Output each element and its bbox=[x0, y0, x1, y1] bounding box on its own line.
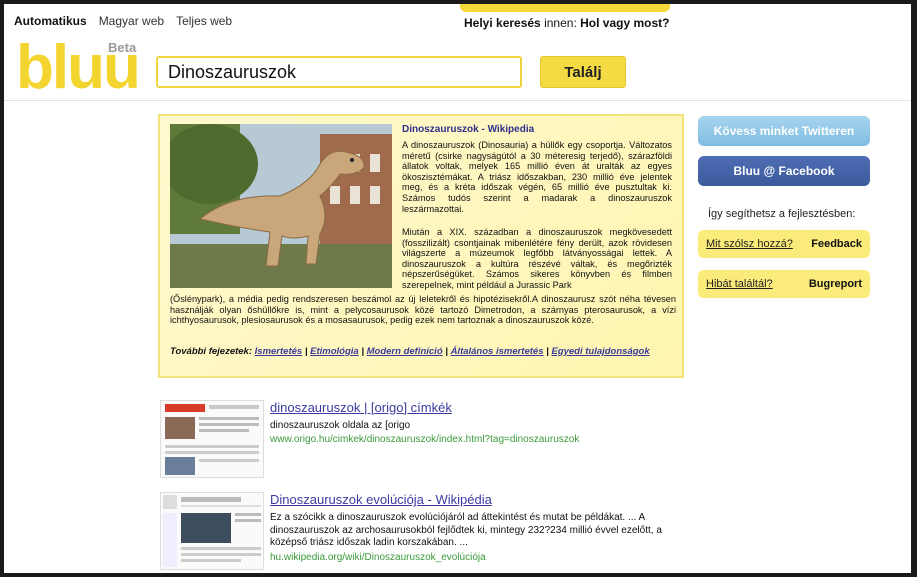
origo-thumbnail-graphic bbox=[161, 401, 263, 477]
result-title[interactable]: Dinoszauruszok evolúciója - Wikipédia bbox=[270, 492, 492, 507]
wiki-title[interactable]: Dinoszauruszok - Wikipedia bbox=[402, 124, 534, 135]
facebook-button[interactable]: Bluu @ Facebook bbox=[698, 156, 870, 186]
twitter-button[interactable]: Kövess minket Twitteren bbox=[698, 116, 870, 146]
section-link[interactable]: Ismertetés bbox=[255, 346, 303, 357]
scope-automatikus[interactable]: Automatikus bbox=[14, 14, 87, 28]
header-divider bbox=[4, 100, 911, 101]
wikipedia-thumbnail-graphic bbox=[161, 493, 263, 569]
search-result: dinoszauruszok | [origo] címkék dinoszau… bbox=[160, 400, 680, 482]
dinosaur-illustration bbox=[170, 124, 392, 288]
bugreport-label: Bugreport bbox=[808, 278, 862, 290]
feedback-box: Mit szólsz hozzá? Feedback bbox=[698, 230, 870, 258]
result-description: Ez a szócikk a dinoszauruszok evolúciójá… bbox=[270, 512, 662, 548]
result-url[interactable]: hu.wikipedia.org/wiki/Dinoszauruszok_evo… bbox=[270, 552, 486, 563]
bugreport-box: Hibát találtál? Bugreport bbox=[698, 270, 870, 298]
local-search-middle: innen: bbox=[544, 16, 577, 30]
local-search: Helyi keresés innen: Hol vagy most? bbox=[464, 16, 669, 30]
wiki-paragraph-3: (Őslénypark), a média pedig rendszeresen… bbox=[170, 294, 676, 326]
result-url[interactable]: www.origo.hu/cimkek/dinoszauruszok/index… bbox=[270, 434, 579, 445]
section-link[interactable]: Egyedi tulajdonságok bbox=[551, 346, 649, 357]
help-text: Így segíthetsz a fejlesztésben: bbox=[708, 208, 856, 220]
search-scope-nav: Automatikus Magyar web Teljes web bbox=[14, 14, 232, 28]
scope-magyar-web[interactable]: Magyar web bbox=[99, 14, 164, 28]
feedback-label: Feedback bbox=[811, 238, 862, 250]
section-link[interactable]: Modern definíció bbox=[367, 346, 443, 357]
local-search-label: Helyi keresés bbox=[464, 16, 541, 30]
result-thumbnail[interactable] bbox=[160, 400, 264, 478]
more-sections-label: További fejezetek: bbox=[170, 346, 253, 357]
bluu-logo[interactable]: bluu Beta bbox=[16, 33, 146, 102]
search-result: Dinoszauruszok evolúciója - Wikipédia Ez… bbox=[160, 492, 680, 574]
scope-teljes-web[interactable]: Teljes web bbox=[176, 14, 232, 28]
wiki-paragraph-2: Miután a XIX. században a dinoszauruszok… bbox=[402, 227, 672, 290]
search-input[interactable] bbox=[156, 56, 522, 88]
wiki-more-sections: További fejezetek: Ismertetés | Etimológ… bbox=[170, 346, 650, 357]
section-link[interactable]: Általános ismertetés bbox=[451, 346, 544, 357]
search-button[interactable]: Találj bbox=[540, 56, 626, 88]
result-thumbnail[interactable] bbox=[160, 492, 264, 570]
location-link[interactable]: Hol vagy most? bbox=[580, 16, 669, 30]
wikipedia-card: Dinoszauruszok - Wikipedia A dinoszaurus… bbox=[158, 114, 684, 378]
section-link[interactable]: Etimológia bbox=[310, 346, 359, 357]
feedback-link[interactable]: Mit szólsz hozzá? bbox=[706, 238, 793, 250]
result-title[interactable]: dinoszauruszok | [origo] címkék bbox=[270, 400, 452, 415]
result-description: dinoszauruszok oldala az [origo bbox=[270, 420, 411, 431]
bugreport-link[interactable]: Hibát találtál? bbox=[706, 278, 773, 290]
logo-beta: Beta bbox=[108, 40, 137, 55]
wiki-paragraph-1: A dinoszauruszok (Dinosauria) a hüllők e… bbox=[402, 140, 672, 214]
top-accent-bar bbox=[460, 4, 670, 12]
dinosaur-image bbox=[170, 124, 392, 288]
